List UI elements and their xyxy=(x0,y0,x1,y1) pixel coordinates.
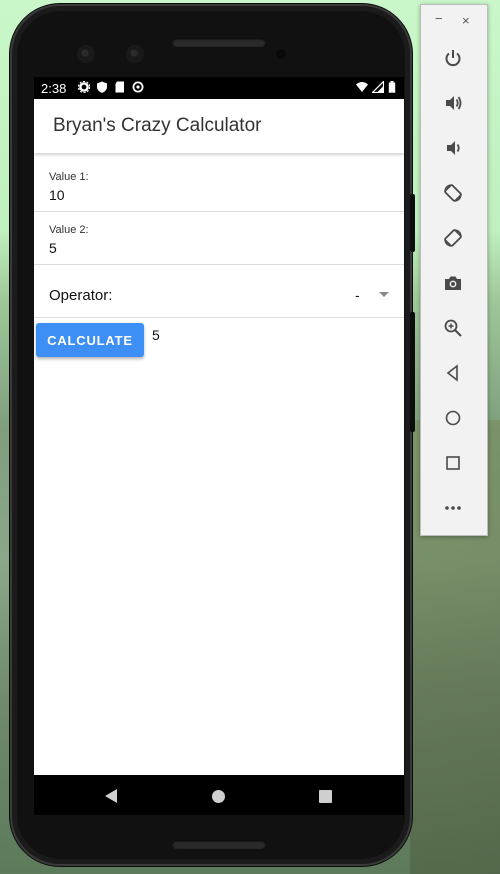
bottom-speaker xyxy=(172,840,266,849)
chevron-down-icon xyxy=(379,292,389,297)
operator-dropdown[interactable]: - xyxy=(349,285,389,305)
more-icon[interactable] xyxy=(438,493,468,523)
front-sensor xyxy=(77,45,95,63)
gear-icon xyxy=(77,80,91,94)
app-bar: Bryan's Crazy Calculator xyxy=(34,99,404,153)
status-bar: 2:38 xyxy=(34,77,404,99)
home-icon[interactable] xyxy=(212,790,225,803)
shield-icon xyxy=(96,81,108,94)
value2-field[interactable]: Value 2: 5 xyxy=(34,212,404,265)
value1-field[interactable]: Value 1: 10 xyxy=(34,159,404,212)
value1-label: Value 1: xyxy=(49,171,89,183)
signal-icon xyxy=(371,80,385,94)
top-speaker xyxy=(172,38,266,47)
camera-icon[interactable] xyxy=(438,268,468,298)
operator-selected-value: - xyxy=(355,287,360,303)
rotate-right-icon[interactable] xyxy=(438,223,468,253)
recents-icon[interactable] xyxy=(319,790,332,803)
navigation-bar xyxy=(34,775,404,815)
status-time: 2:38 xyxy=(41,81,67,96)
phone-power-button xyxy=(410,194,415,252)
back-icon[interactable] xyxy=(438,358,468,388)
calculate-button[interactable]: CALCULATE xyxy=(36,323,144,357)
result-text: 5 xyxy=(152,327,160,343)
rotate-left-icon[interactable] xyxy=(438,178,468,208)
operator-row: Operator: - xyxy=(34,265,404,318)
power-icon[interactable] xyxy=(438,43,468,73)
phone-bezel: 2:38 Bryan's Crazy Calculator Value 1: 1… xyxy=(17,11,405,859)
wifi-icon xyxy=(356,81,368,94)
volume-down-icon[interactable] xyxy=(438,133,468,163)
emulator-toolbar: − × xyxy=(420,4,488,536)
zoom-icon[interactable] xyxy=(438,313,468,343)
phone-frame: 2:38 Bryan's Crazy Calculator Value 1: 1… xyxy=(10,4,415,866)
volume-up-icon[interactable] xyxy=(438,88,468,118)
close-button[interactable]: × xyxy=(462,13,470,28)
sync-icon xyxy=(132,81,144,94)
phone-screen: 2:38 Bryan's Crazy Calculator Value 1: 1… xyxy=(34,77,404,815)
home-icon[interactable] xyxy=(438,403,468,433)
proximity-sensor xyxy=(276,49,286,59)
phone-volume-button xyxy=(410,312,415,432)
front-camera xyxy=(126,45,144,63)
operator-label: Operator: xyxy=(49,287,113,304)
app-title: Bryan's Crazy Calculator xyxy=(53,115,262,136)
value1-input[interactable]: 10 xyxy=(49,187,65,203)
value2-input[interactable]: 5 xyxy=(49,240,57,256)
back-icon[interactable] xyxy=(105,789,117,803)
battery-icon xyxy=(388,81,396,94)
overview-icon[interactable] xyxy=(438,448,468,478)
value2-label: Value 2: xyxy=(49,224,89,236)
sd-card-icon xyxy=(114,81,126,94)
minimize-button[interactable]: − xyxy=(435,11,443,26)
